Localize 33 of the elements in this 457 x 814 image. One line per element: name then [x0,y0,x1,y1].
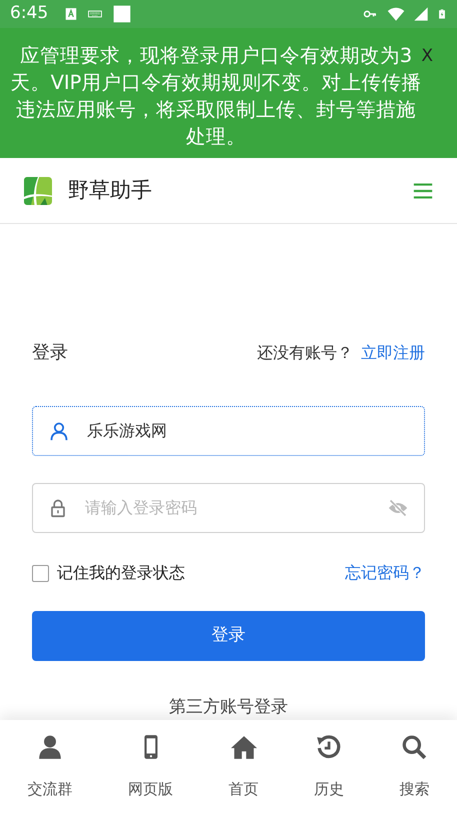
notification-square-icon [112,4,132,24]
wifi-icon [387,5,405,23]
nav-tab[interactable]: 网页版 [100,720,201,814]
clock-time: 6:45 [10,2,48,26]
forgot-password-link[interactable]: 忘记密码？ [345,561,425,585]
password-field[interactable]: 请输入登录密码 [32,483,425,533]
close-button[interactable]: X [421,44,433,70]
login-title: 登录 [32,341,68,365]
username-field[interactable]: 乐乐游戏网 [32,406,425,456]
remember-label: 记住我的登录状态 [57,562,185,584]
password-input[interactable]: 请输入登录密码 [83,495,388,521]
search-icon [401,734,428,760]
register-link[interactable]: 立即注册 [361,340,425,364]
person-icon [37,734,64,760]
app-title: 野草助手 [68,176,152,204]
home-icon [230,734,257,760]
keyboard-a-icon [64,7,78,21]
user-icon [49,421,69,441]
remember-checkbox[interactable] [32,564,49,582]
notice-text: 应管理要求，现将登录用户口令有效期改为3天。VIP用户口令有效期规则不变。对上传传播违法应用账号，将采取限制上传、封号等措施处理。 [10,43,422,150]
nav-tab[interactable]: 交流群 [0,720,100,814]
nav-tab[interactable]: 历史 [286,720,372,814]
eye-off-icon[interactable] [388,498,408,518]
history-icon [316,734,342,760]
nav-tab[interactable]: 首页 [200,720,286,814]
third-party-login-heading: 第三方账号登录 [168,697,289,717]
lock-icon [49,498,67,518]
nav-tab[interactable]: 搜索 [372,720,457,814]
logo-icon [24,176,52,204]
signal-icon [413,6,429,22]
login-button[interactable]: 登录 [32,611,425,661]
username-input[interactable]: 乐乐游戏网 [85,418,408,444]
register-prompt: 还没有账号？ [257,342,353,364]
